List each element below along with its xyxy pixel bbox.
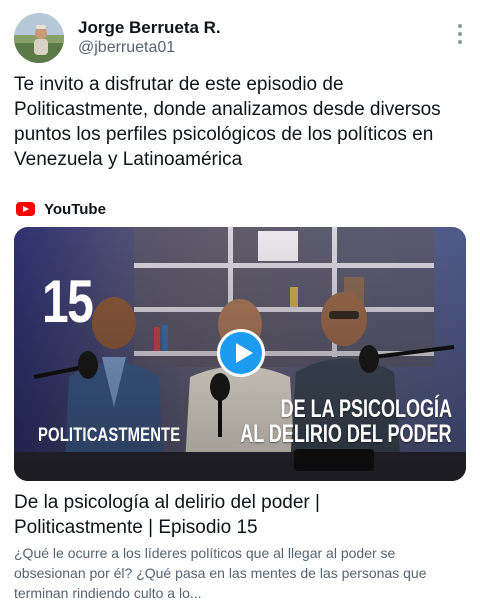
- card-description: ¿Qué le ocurre a los líderes políticos q…: [14, 545, 427, 600]
- card-source[interactable]: YouTube: [16, 199, 106, 219]
- author-name[interactable]: Jorge Berrueta R.: [78, 18, 221, 38]
- author-handle[interactable]: @jberrueta01: [78, 39, 175, 57]
- card-source-label: YouTube: [44, 200, 106, 218]
- video-thumbnail[interactable]: 15 POLITICASTMENTE DE LA PSICOLOGÍA AL D…: [14, 227, 466, 481]
- more-options-icon[interactable]: [456, 24, 464, 44]
- avatar-photo: [14, 13, 64, 63]
- play-icon[interactable]: [217, 329, 265, 377]
- tweet-text: Te invito a disfrutar de este episodio d…: [14, 74, 441, 170]
- author-avatar[interactable]: [14, 13, 64, 63]
- episode-number: 15: [42, 268, 94, 335]
- thumbnail-headline-line2: AL DELIRIO DEL PODER: [240, 420, 452, 448]
- tweet-header: Jorge Berrueta R. @jberrueta01: [0, 0, 480, 70]
- youtube-logo-icon: [16, 202, 35, 216]
- show-name-caption: POLITICASTMENTE: [38, 425, 181, 446]
- card-title[interactable]: De la psicología al delirio del poder | …: [14, 490, 469, 540]
